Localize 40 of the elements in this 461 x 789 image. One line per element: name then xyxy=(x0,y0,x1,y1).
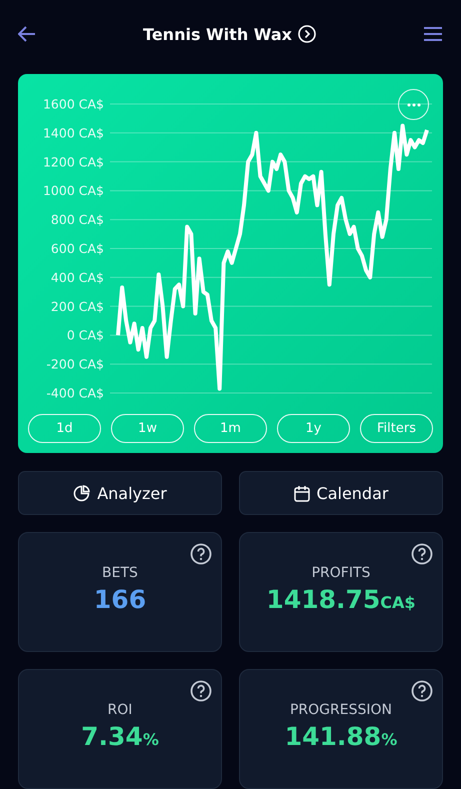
more-icon xyxy=(406,102,420,106)
axis-label: 1200 CA$ xyxy=(42,154,104,170)
period-button[interactable]: 1w xyxy=(111,414,184,443)
stat-label: BETS xyxy=(102,565,138,581)
menu-icon xyxy=(423,26,443,42)
axis-label: 0 CA$ xyxy=(66,328,104,343)
menu-button[interactable] xyxy=(423,26,443,42)
stat-label: ROI xyxy=(108,702,132,718)
stat-value: 166 xyxy=(94,585,146,614)
stat-label: PROFITS xyxy=(312,565,370,581)
action-button[interactable]: Analyzer xyxy=(18,471,222,515)
period-button[interactable]: 1m xyxy=(194,414,267,443)
help-icon[interactable] xyxy=(190,680,212,702)
calendar-icon xyxy=(294,484,310,502)
back-button[interactable] xyxy=(18,26,36,42)
axis-label: 200 CA$ xyxy=(50,298,104,314)
chevron-circle-icon xyxy=(298,25,316,43)
stat-value: 7.34% xyxy=(81,722,159,751)
back-arrow-icon xyxy=(18,26,36,42)
axis-label: 400 CA$ xyxy=(50,270,104,285)
axis-label: 1600 CA$ xyxy=(42,96,104,112)
axis-label: -400 CA$ xyxy=(46,386,104,400)
help-icon[interactable] xyxy=(190,543,212,565)
axis-label: 800 CA$ xyxy=(50,212,104,228)
axis-label: 600 CA$ xyxy=(50,241,104,256)
pie-chart-icon xyxy=(73,484,90,502)
help-icon[interactable] xyxy=(411,680,433,702)
period-button[interactable]: 1y xyxy=(277,414,350,443)
axis-label: 1400 CA$ xyxy=(42,125,104,140)
axis-label: 1000 CA$ xyxy=(42,183,104,198)
chevron-circle-button[interactable] xyxy=(298,25,316,43)
help-icon[interactable] xyxy=(411,543,433,565)
period-button[interactable]: Filters xyxy=(360,414,433,443)
action-button[interactable]: Calendar xyxy=(239,471,443,515)
stat-value: 141.88% xyxy=(284,722,398,751)
stat-value: 1418.75CA$ xyxy=(266,585,416,614)
page-title: Tennis With Wax xyxy=(143,24,292,44)
axis-label: -200 CA$ xyxy=(46,356,104,372)
period-button[interactable]: 1d xyxy=(28,414,101,443)
stat-label: PROGRESSION xyxy=(290,702,392,718)
